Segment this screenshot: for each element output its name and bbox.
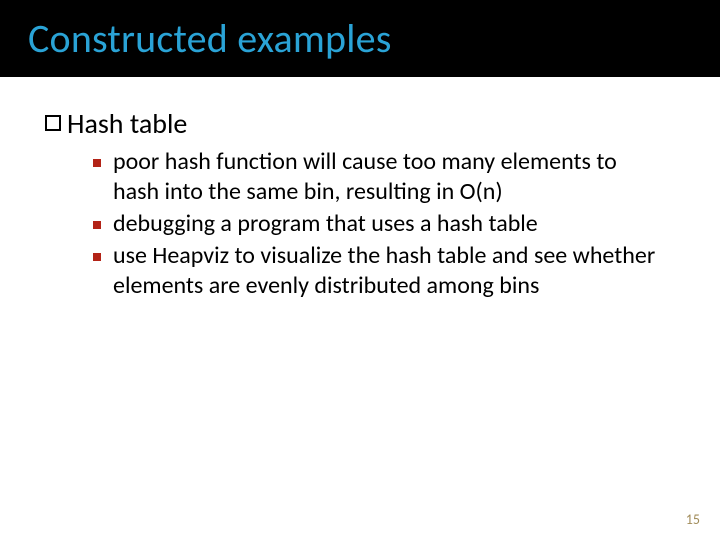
square-filled-icon <box>93 253 101 261</box>
bullet-level2: debugging a program that uses a hash tab… <box>93 209 665 239</box>
bullet-text: debugging a program that uses a hash tab… <box>113 209 538 239</box>
slide-title: Constructed examples <box>28 18 692 60</box>
slide: Constructed examples Hash table poor has… <box>0 0 720 540</box>
square-filled-icon <box>93 221 101 229</box>
square-filled-icon <box>93 159 101 167</box>
bullet-level1: Hash table <box>45 107 665 141</box>
content-area: Hash table poor hash function will cause… <box>0 77 720 301</box>
title-bar: Constructed examples <box>0 0 720 74</box>
section-heading: Hash table <box>67 107 187 141</box>
sub-bullet-list: poor hash function will cause too many e… <box>93 147 665 301</box>
bullet-level2: use Heapviz to visualize the hash table … <box>93 241 665 301</box>
bullet-level2: poor hash function will cause too many e… <box>93 147 665 207</box>
bullet-text: poor hash function will cause too many e… <box>113 147 665 207</box>
page-number: 15 <box>686 511 700 528</box>
square-outline-icon <box>45 115 61 131</box>
bullet-text: use Heapviz to visualize the hash table … <box>113 241 665 301</box>
